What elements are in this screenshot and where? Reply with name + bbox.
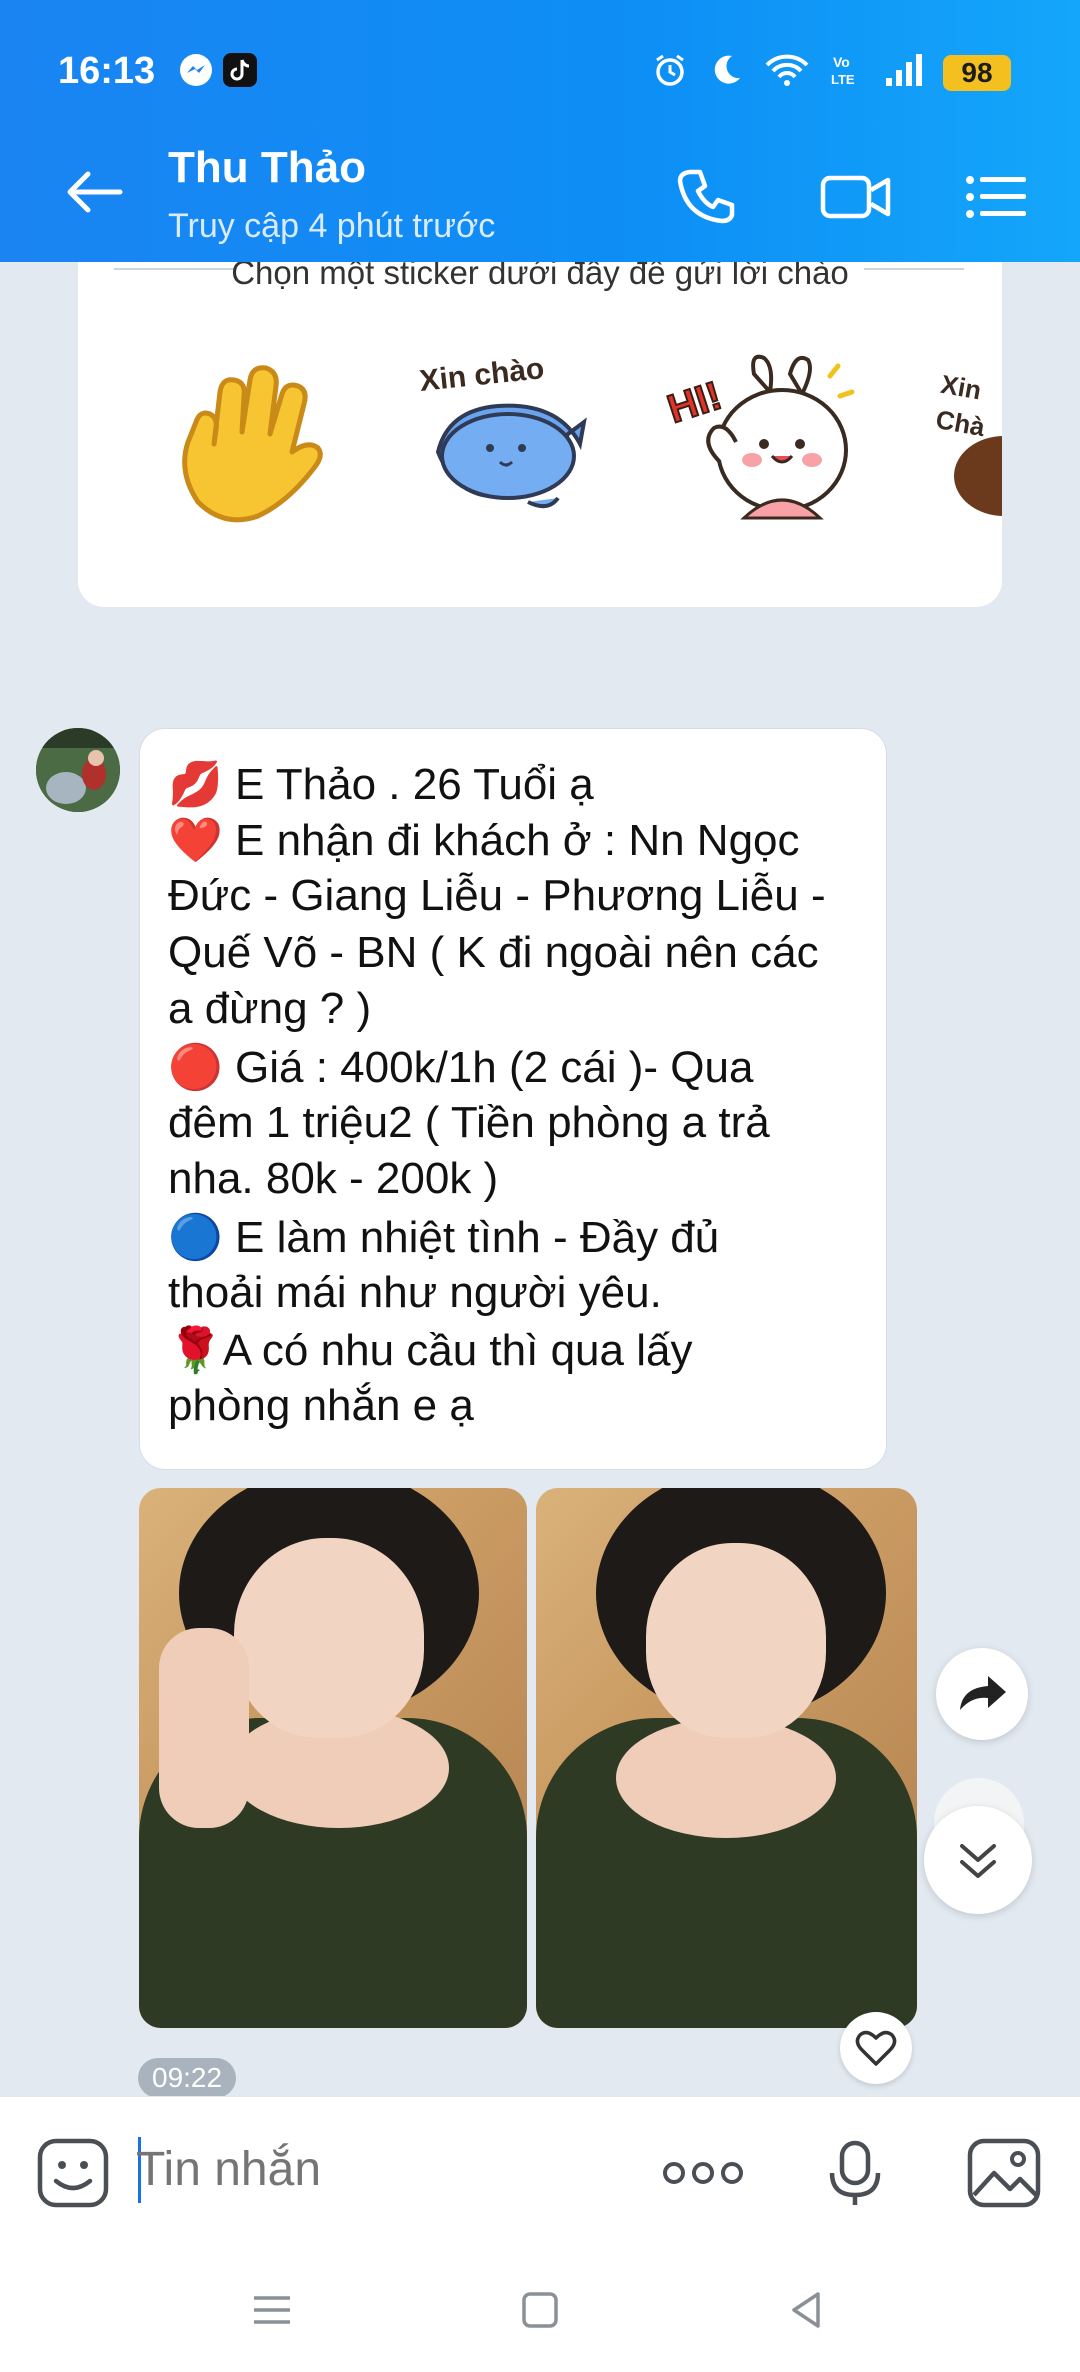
sticker-suggestion-card: Chọn một sticker dưới đây để gửi lời chà… xyxy=(78,262,1002,607)
message-line: a đừng ? ) xyxy=(168,984,372,1033)
sticker-caption: HI! xyxy=(662,374,726,432)
status-time: 16:13 xyxy=(58,50,156,92)
status-bar: 16:13 Vo LTE 98 xyxy=(0,0,1080,140)
sticker-hint-text: Chọn một sticker dưới đây để gửi lời chà… xyxy=(231,262,849,291)
video-call-icon[interactable] xyxy=(818,162,894,232)
svg-text:Vo: Vo xyxy=(833,54,850,70)
last-seen-status: Truy cập 4 phút trước xyxy=(168,207,496,245)
message-timestamp: 09:22 xyxy=(138,2058,237,2098)
message-line: đêm 1 triệu2 ( Tiền phòng a trả xyxy=(168,1098,770,1147)
message-line: 🔵 E làm nhiệt tình - Đầy đủ xyxy=(168,1213,720,1262)
wifi-icon xyxy=(765,54,809,86)
svg-text:Xin: Xin xyxy=(939,369,984,406)
heart-icon xyxy=(855,2030,897,2066)
photo-attachment-2[interactable] xyxy=(536,1488,917,2028)
message-line: Đức - Giang Liễu - Phương Liễu - xyxy=(168,871,826,920)
home-icon[interactable] xyxy=(518,2288,562,2332)
svg-text:LTE: LTE xyxy=(831,72,855,87)
system-navigation-bar xyxy=(0,2244,1080,2372)
back-arrow-icon[interactable] xyxy=(60,162,130,222)
image-gallery-icon[interactable] xyxy=(966,2137,1042,2209)
battery-badge: 98 xyxy=(943,55,1011,91)
emoji-sticker-icon[interactable] xyxy=(36,2137,112,2209)
message-line: 🌹A có nhu cầu thì qua lấy xyxy=(168,1326,693,1375)
scroll-to-bottom-button[interactable] xyxy=(924,1806,1032,1914)
volte-icon: Vo LTE xyxy=(831,54,855,87)
message-line: thoải mái như người yêu. xyxy=(168,1268,662,1317)
svg-text:Chà: Chà xyxy=(934,404,988,442)
chat-header: 16:13 Vo LTE 98 Thu Thảo Truy cập 4 phút… xyxy=(0,0,1080,262)
messenger-icon xyxy=(180,54,212,86)
recent-apps-icon[interactable] xyxy=(250,2288,294,2332)
hi-bunny-sticker[interactable]: HI! xyxy=(660,352,860,532)
photo-attachment-1[interactable] xyxy=(139,1488,527,2028)
react-heart-button[interactable] xyxy=(840,2012,912,2084)
tiktok-icon xyxy=(223,53,257,87)
forward-button[interactable] xyxy=(936,1648,1028,1740)
xin-chao-partial-sticker[interactable]: Xin Chà xyxy=(930,352,1002,532)
back-nav-icon[interactable] xyxy=(784,2288,828,2332)
moon-icon xyxy=(714,55,740,84)
xin-chao-cat-sticker[interactable]: Xin chào xyxy=(408,352,608,532)
forward-arrow-icon xyxy=(960,1676,1006,1710)
message-line: Quế Võ - BN ( K đi ngoài nên các xyxy=(168,928,819,977)
sticker-caption: Xin chào xyxy=(418,352,546,398)
message-line: 💋 E Thảo . 26 Tuổi ạ xyxy=(168,760,594,809)
message-line: phòng nhắn e ạ xyxy=(168,1381,474,1430)
waving-hand-sticker[interactable] xyxy=(158,352,338,532)
message-line: nha. 80k - 200k ) xyxy=(168,1154,499,1203)
message-line: 🔴 Giá : 400k/1h (2 cái )- Qua xyxy=(168,1043,754,1092)
contact-name[interactable]: Thu Thảo xyxy=(168,143,366,193)
phone-call-icon[interactable] xyxy=(672,162,742,232)
signal-icon xyxy=(886,54,922,86)
sender-avatar[interactable] xyxy=(36,728,120,812)
message-line: ❤️ E nhận đi khách ở : Nn Ngọc xyxy=(168,816,800,865)
message-input[interactable] xyxy=(136,2135,596,2205)
more-options-icon[interactable] xyxy=(660,2137,746,2209)
microphone-icon[interactable] xyxy=(820,2137,890,2209)
menu-list-icon[interactable] xyxy=(962,162,1030,232)
message-input-bar xyxy=(0,2096,1080,2245)
double-chevron-down-icon xyxy=(960,1844,996,1878)
alarm-icon xyxy=(656,54,684,86)
avatar-photo xyxy=(36,728,120,812)
